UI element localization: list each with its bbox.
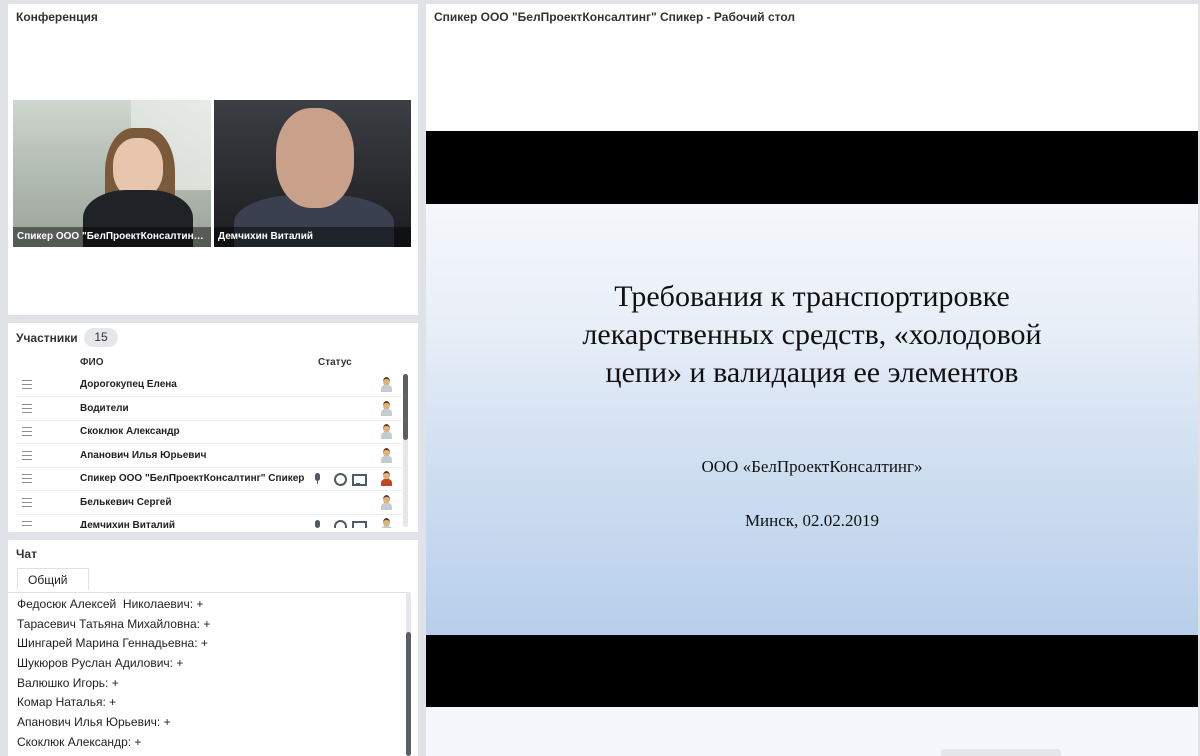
participant-row[interactable]: Апанович Илья Юрьевич <box>16 445 402 468</box>
chat-message: Тарасевич Татьяна Михайловна: + <box>17 617 211 631</box>
slide-title: Требования к транспортировке лекарственн… <box>486 278 1138 392</box>
drag-handle-icon[interactable] <box>22 427 32 436</box>
participants-title: Участники <box>16 331 78 345</box>
scrollbar-thumb[interactable] <box>403 374 408 440</box>
slide-date: Минск, 02.02.2019 <box>744 511 880 530</box>
conference-panel: Конференция Спикер ООО "БелПроектКонсалт… <box>8 4 418 315</box>
screen-share-icon[interactable] <box>352 520 367 528</box>
participant-row[interactable]: Дорогокупец Елена <box>16 374 402 397</box>
chat-scrollbar[interactable] <box>406 592 411 756</box>
drag-handle-icon[interactable] <box>22 404 32 413</box>
chat-message: Комар Наталья: + <box>17 695 117 709</box>
drag-handle-icon[interactable] <box>22 474 32 483</box>
chat-messages: Федосюк Алексей Николаевич: + Тарасевич … <box>8 592 410 756</box>
screen-share-title: Спикер ООО "БелПроектКонсалтинг" Спикер … <box>434 10 795 24</box>
participant-row[interactable]: Скоклюк Александр <box>16 421 402 444</box>
scrollbar-thumb[interactable] <box>406 632 411 756</box>
screen-share-icon[interactable] <box>352 473 367 486</box>
participants-panel: Участники 15 ФИО Статус Дорогокупец Елен… <box>8 323 418 532</box>
video-caption: Демчихин Виталий <box>214 227 411 247</box>
user-active-icon <box>380 471 392 486</box>
chat-message: Шингарей Марина Геннадьевна: + <box>17 636 208 650</box>
chat-message: Апанович Илья Юрьевич: + <box>17 715 171 729</box>
letterbox-top <box>426 131 1198 204</box>
chat-message: Федосюк Алексей Николаевич: + <box>17 597 204 611</box>
participant-row[interactable]: Спикер ООО "БелПроектКонсалтинг" Спикер <box>16 468 402 491</box>
letterbox-bottom <box>426 635 1198 707</box>
microphone-icon[interactable] <box>312 520 324 528</box>
participant-row[interactable]: Белькевич Сергей <box>16 492 402 515</box>
participants-scrollbar[interactable] <box>403 374 408 527</box>
drag-handle-icon[interactable] <box>22 451 32 460</box>
user-icon <box>380 401 392 416</box>
chat-tab-general[interactable]: Общий <box>17 568 89 590</box>
chat-panel: Чат Общий Федосюк Алексей Николаевич: + … <box>8 540 418 756</box>
drag-handle-icon[interactable] <box>22 380 32 389</box>
taskbar-stub <box>941 749 1061 756</box>
column-header-name[interactable]: ФИО <box>80 357 104 368</box>
slide-title-line: лекарственных средств, «холодовой <box>582 318 1042 351</box>
column-header-status[interactable]: Статус <box>318 357 352 368</box>
participant-name: Дорогокупец Елена <box>80 379 177 390</box>
video-tile-speaker[interactable]: Спикер ООО "БелПроектКонсалтинг" Спикер <box>13 100 211 247</box>
conference-title: Конференция <box>16 10 98 24</box>
participant-name: Апанович Илья Юрьевич <box>80 450 207 461</box>
drag-handle-icon[interactable] <box>22 521 32 528</box>
drag-handle-icon[interactable] <box>22 498 32 507</box>
chat-message: Скоклюк Александр: + <box>17 735 142 749</box>
participant-row[interactable]: Водители <box>16 398 402 421</box>
video-caption: Спикер ООО "БелПроектКонсалтинг" Спикер <box>13 227 211 247</box>
participants-count-badge: 15 <box>84 328 118 347</box>
slide-title-line: цепи» и валидация ее элементов <box>605 356 1019 389</box>
webcam-icon[interactable] <box>333 473 347 486</box>
participant-name: Белькевич Сергей <box>80 497 172 508</box>
participant-name: Скоклюк Александр <box>80 426 180 437</box>
presentation-slide: Требования к транспортировке лекарственн… <box>426 204 1198 635</box>
chat-message: Валюшко Игорь: + <box>17 676 119 690</box>
slide-organization: ООО «БелПроектКонсалтинг» <box>701 457 923 476</box>
chat-title: Чат <box>16 547 37 561</box>
participant-name: Водители <box>80 403 129 414</box>
user-icon <box>380 495 392 510</box>
participants-list: Дорогокупец Елена Водители Скоклюк Алекс… <box>8 374 404 528</box>
user-icon <box>380 518 392 528</box>
participant-name: Спикер ООО "БелПроектКонсалтинг" Спикер <box>80 473 305 484</box>
chat-message: Шукюров Руслан Адилович: + <box>17 656 184 670</box>
microphone-icon[interactable] <box>312 473 324 486</box>
participant-name: Демчихин Виталий <box>80 520 176 528</box>
user-icon <box>380 448 392 463</box>
webcam-icon[interactable] <box>333 520 347 528</box>
participant-row[interactable]: Демчихин Виталий <box>16 515 402 528</box>
user-icon <box>380 424 392 439</box>
screen-share-panel: Спикер ООО "БелПроектКонсалтинг" Спикер … <box>426 4 1198 756</box>
video-tile-demchikhin[interactable]: Демчихин Виталий <box>214 100 411 247</box>
desktop-area <box>426 707 1198 756</box>
user-icon <box>380 377 392 392</box>
slide-title-line: Требования к транспортировке <box>614 280 1010 313</box>
